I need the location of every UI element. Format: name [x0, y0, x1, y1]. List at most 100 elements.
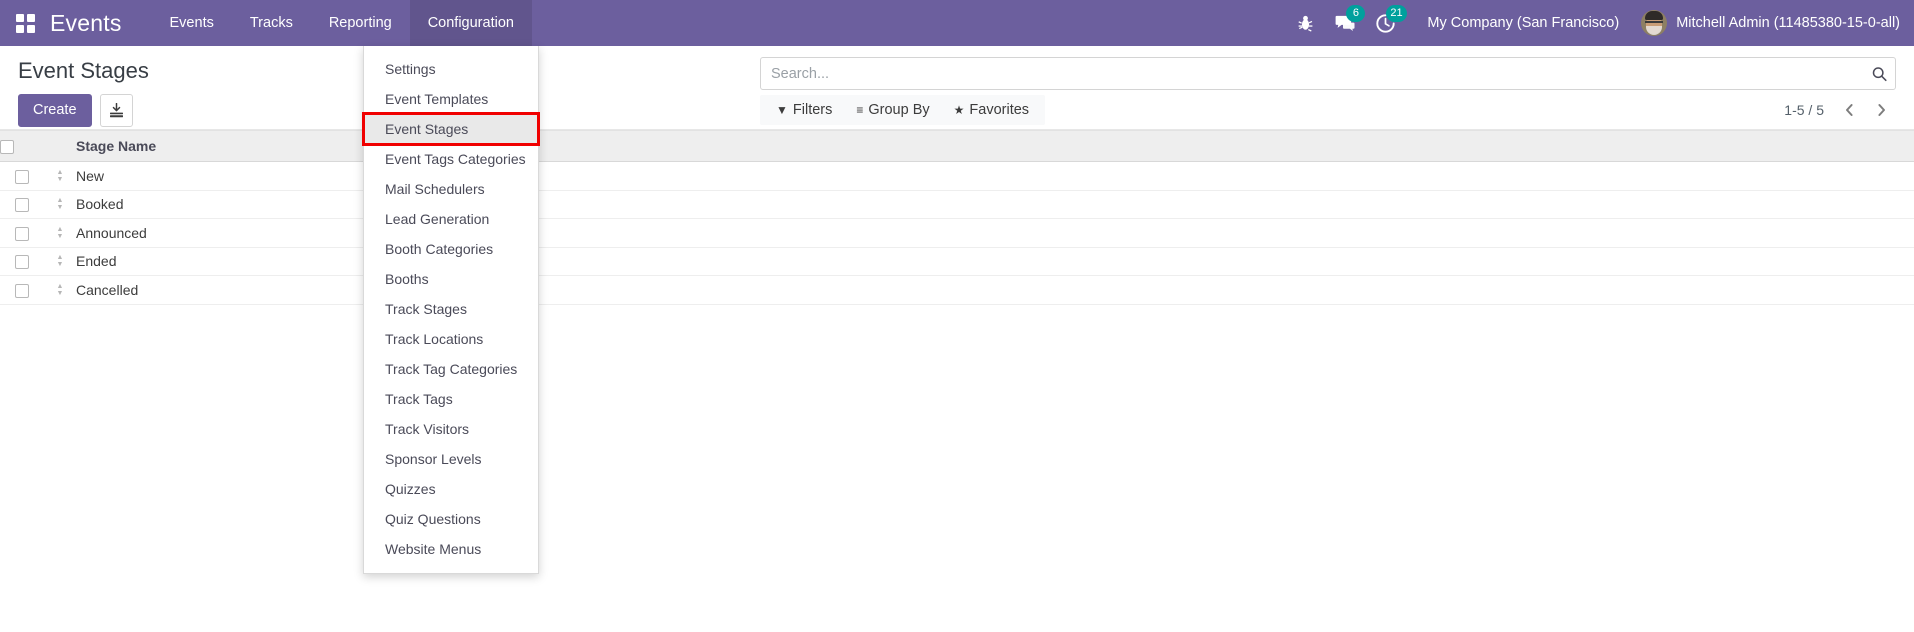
menu-item-reporting[interactable]: Reporting: [311, 0, 410, 46]
chevron-right-icon[interactable]: [1868, 97, 1894, 123]
cell-stage-name: New: [76, 161, 1914, 191]
cell-stage-name: Cancelled: [76, 275, 1914, 305]
cell-stage-name: Announced: [76, 218, 1914, 248]
configuration-dropdown-menu: Settings Event Templates Event Stages Event…: [362, 46, 540, 574]
company-switcher[interactable]: My Company (San Francisco): [1405, 15, 1633, 31]
activities-clock-icon[interactable]: 21: [1365, 0, 1407, 46]
pager: 1-5 / 5: [1784, 97, 1896, 123]
apps-menu-toggle[interactable]: [0, 0, 50, 46]
menu-item-track-tags[interactable]: Track Tags: [364, 384, 538, 414]
navbar-right-tools: 6 21 My Company (San Francisco) Mitchell…: [1285, 0, 1914, 46]
menu-item-configuration[interactable]: Configuration: [409, 0, 532, 46]
user-menu[interactable]: Mitchell Admin (11485380-15-0-all): [1633, 10, 1900, 36]
menu-item-events[interactable]: Events: [152, 0, 232, 46]
menu-item-tracks[interactable]: Tracks: [232, 0, 311, 46]
table-header: Stage Name: [0, 130, 1914, 162]
menu-item-quiz-questions[interactable]: Quiz Questions: [364, 504, 538, 534]
menu-item-website-menus[interactable]: Website Menus: [364, 534, 538, 564]
table-body: ▲ ▼ New ▲ ▼ Booked ▲ ▼ Announced ▲ ▼ Ended ▲ ▼ Cancell…: [0, 161, 1914, 305]
drag-handle-icon[interactable]: ▲ ▼: [57, 283, 64, 297]
grid-apps-icon: [15, 13, 35, 33]
page-title: Event Stages: [18, 58, 149, 83]
menu-item-booths[interactable]: Booths: [364, 264, 538, 294]
import-download-icon[interactable]: [99, 94, 133, 127]
stages-table: Stage Name ▲ ▼ New ▲ ▼ Booked ▲ ▼ Announced ▲ ▼ End…: [0, 130, 1914, 305]
drag-handle-icon[interactable]: ▲ ▼: [57, 254, 64, 268]
filter-row: ▼ Filters ≡ Group By ★ Favorites 1-5 / 5: [760, 95, 1896, 125]
filters-button[interactable]: ▼ Filters: [764, 95, 844, 125]
checkbox-row[interactable]: [15, 169, 29, 184]
menu-item-event-templates[interactable]: Event Templates: [364, 84, 538, 114]
checkbox-row[interactable]: [15, 255, 29, 270]
column-header-stage-name[interactable]: Stage Name: [76, 130, 1914, 162]
top-navbar: Events Events Tracks Reporting Configura…: [0, 0, 1914, 46]
search-input[interactable]: [761, 58, 1895, 89]
row-handle-cell: ▲ ▼: [44, 275, 76, 305]
table-row[interactable]: ▲ ▼ Announced: [0, 218, 1914, 248]
menu-item-event-tags-categories[interactable]: Event Tags Categories: [364, 144, 538, 174]
group-by-label: Group By: [868, 102, 930, 118]
cell-stage-name: Ended: [76, 247, 1914, 276]
row-select-cell: [0, 218, 44, 248]
action-buttons: Create: [18, 94, 149, 127]
control-panel: Event Stages Create Search... ▼ Filters …: [0, 46, 1914, 130]
row-select-cell: [0, 190, 44, 219]
chevron-left-icon[interactable]: [1836, 97, 1862, 123]
menu-item-track-locations[interactable]: Track Locations: [364, 324, 538, 354]
drag-handle-icon[interactable]: ▲ ▼: [57, 169, 64, 183]
group-by-button[interactable]: ≡ Group By: [844, 95, 941, 125]
favorites-label: Favorites: [969, 102, 1030, 118]
checkbox-select-all[interactable]: [0, 140, 14, 155]
header-row: Stage Name: [0, 130, 1914, 162]
table-row[interactable]: ▲ ▼ Ended: [0, 247, 1914, 276]
checkbox-row[interactable]: [15, 283, 29, 298]
menu-item-quizzes[interactable]: Quizzes: [364, 474, 538, 504]
control-panel-right: ▼ Filters ≡ Group By ★ Favorites 1-5 / 5: [760, 46, 1896, 125]
app-brand-events[interactable]: Events: [50, 0, 152, 46]
search-bar[interactable]: [760, 57, 1896, 90]
menu-item-track-visitors[interactable]: Track Visitors: [364, 414, 538, 444]
activities-badge: 21: [1386, 5, 1407, 22]
drag-handle-icon[interactable]: ▲ ▼: [57, 226, 64, 240]
favorites-button[interactable]: ★ Favorites: [942, 95, 1041, 125]
menu-item-event-stages[interactable]: Event Stages: [362, 112, 540, 146]
filters-label: Filters: [792, 102, 833, 118]
row-handle-cell: ▲ ▼: [44, 247, 76, 276]
cell-stage-name: Booked: [76, 190, 1914, 219]
table-row[interactable]: ▲ ▼ New: [0, 161, 1914, 191]
filter-button-group: ▼ Filters ≡ Group By ★ Favorites: [760, 95, 1046, 125]
row-select-cell: [0, 275, 44, 305]
checkbox-row[interactable]: [15, 198, 29, 213]
list-view: Stage Name ▲ ▼ New ▲ ▼ Booked ▲ ▼ Announced ▲ ▼ End…: [0, 130, 1914, 305]
menu-item-settings[interactable]: Settings: [364, 54, 538, 84]
user-name-label: Mitchell Admin (11485380-15-0-all): [1676, 15, 1900, 31]
star-icon: ★: [953, 103, 965, 117]
messages-badge: 6: [1346, 5, 1366, 22]
menu-item-sponsor-levels[interactable]: Sponsor Levels: [364, 444, 538, 474]
menu-item-booth-categories[interactable]: Booth Categories: [364, 234, 538, 264]
row-select-cell: [0, 161, 44, 191]
bug-icon[interactable]: [1285, 0, 1325, 46]
avatar: [1641, 10, 1668, 36]
table-row[interactable]: ▲ ▼ Booked: [0, 190, 1914, 219]
select-all-header: [0, 130, 44, 162]
control-panel-left: Event Stages Create: [18, 46, 149, 127]
pager-range: 1-5 / 5: [1784, 102, 1824, 118]
lines-icon: ≡: [856, 103, 864, 117]
checkbox-row[interactable]: [15, 226, 29, 241]
create-button[interactable]: Create: [18, 94, 92, 127]
menu-item-mail-schedulers[interactable]: Mail Schedulers: [364, 174, 538, 204]
menu-item-track-tag-categories[interactable]: Track Tag Categories: [364, 354, 538, 384]
main-menu: Events Tracks Reporting Configuration: [152, 0, 532, 46]
row-handle-cell: ▲ ▼: [44, 218, 76, 248]
messages-icon[interactable]: 6: [1325, 0, 1366, 46]
drag-handle-icon[interactable]: ▲ ▼: [57, 197, 64, 211]
funnel-icon: ▼: [776, 103, 788, 117]
handle-header: [44, 130, 76, 162]
menu-item-track-stages[interactable]: Track Stages: [364, 294, 538, 324]
search-icon[interactable]: [1872, 66, 1887, 81]
row-handle-cell: ▲ ▼: [44, 161, 76, 191]
table-row[interactable]: ▲ ▼ Cancelled: [0, 275, 1914, 305]
menu-item-lead-generation[interactable]: Lead Generation: [364, 204, 538, 234]
row-select-cell: [0, 247, 44, 276]
